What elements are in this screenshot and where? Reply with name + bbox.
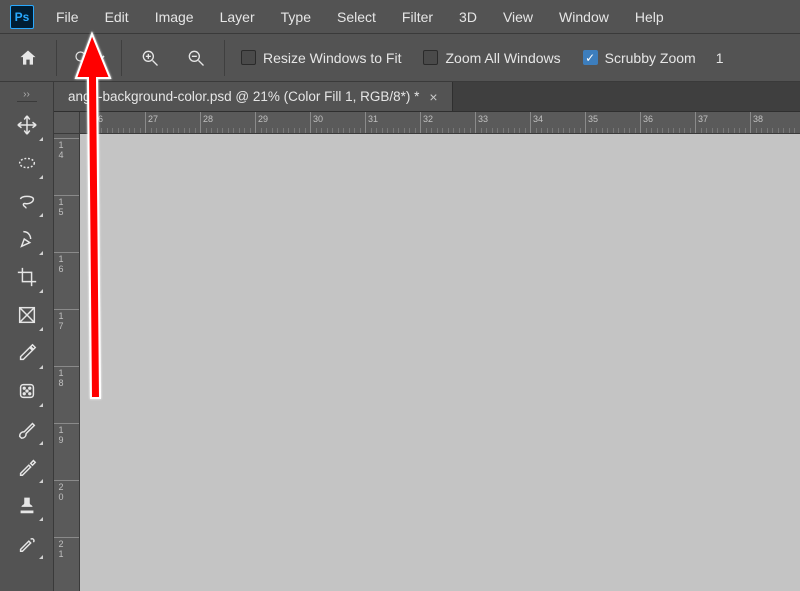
menu-filter[interactable]: Filter xyxy=(390,3,445,31)
quickselect-tool-button[interactable] xyxy=(8,220,46,258)
vertical-ruler[interactable]: 1415161718192021 xyxy=(54,134,80,591)
separator xyxy=(56,40,57,76)
expand-toolbar-button[interactable]: ›› xyxy=(17,88,37,102)
document-tab-title: ange-background-color.psd @ 21% (Color F… xyxy=(68,89,419,104)
menu-bar: Ps FileEditImageLayerTypeSelectFilter3DV… xyxy=(0,0,800,34)
lasso-tool-icon xyxy=(16,190,38,212)
home-button[interactable] xyxy=(10,40,46,76)
document-tab-bar: ange-background-color.psd @ 21% (Color F… xyxy=(54,82,800,112)
zoom-in-icon xyxy=(140,48,160,68)
separator xyxy=(224,40,225,76)
menu-layer[interactable]: Layer xyxy=(208,3,267,31)
menu-image[interactable]: Image xyxy=(143,3,206,31)
scrubby-zoom-checkbox[interactable]: ✓ Scrubby Zoom xyxy=(577,50,702,66)
menu-file[interactable]: File xyxy=(44,3,91,31)
home-icon xyxy=(18,48,38,68)
current-tool-selector[interactable] xyxy=(67,40,111,76)
menu-help[interactable]: Help xyxy=(623,3,676,31)
horizontal-ruler[interactable]: 26272829303132333435363738 xyxy=(80,112,800,134)
marquee-tool-icon xyxy=(16,152,38,174)
resize-windows-checkbox[interactable]: Resize Windows to Fit xyxy=(235,50,407,66)
frame-tool-icon xyxy=(16,304,38,326)
healing-tool-button[interactable] xyxy=(8,372,46,410)
clone-stamp-tool-icon xyxy=(16,494,38,516)
menu-type[interactable]: Type xyxy=(269,3,323,31)
frame-tool-button[interactable] xyxy=(8,296,46,334)
brush-tool-button[interactable] xyxy=(8,410,46,448)
crop-tool-button[interactable] xyxy=(8,258,46,296)
menu-3d[interactable]: 3D xyxy=(447,3,489,31)
stamp-tool-button[interactable] xyxy=(8,486,46,524)
eyedropper-tool-icon xyxy=(16,342,38,364)
chevron-down-icon xyxy=(95,53,105,63)
menu-edit[interactable]: Edit xyxy=(93,3,141,31)
checkbox-label: Resize Windows to Fit xyxy=(263,50,401,66)
close-tab-button[interactable]: × xyxy=(429,89,437,105)
zoom-out-icon xyxy=(186,48,206,68)
healing-brush-tool-icon xyxy=(16,380,38,402)
photoshop-logo-icon: Ps xyxy=(10,5,34,29)
menu-window[interactable]: Window xyxy=(547,3,621,31)
menu-select[interactable]: Select xyxy=(325,3,388,31)
ruler-origin[interactable] xyxy=(54,112,80,134)
paintbrush-tool-button[interactable] xyxy=(8,448,46,486)
history-brush-tool-icon xyxy=(16,532,38,554)
checkbox-label: Scrubby Zoom xyxy=(605,50,696,66)
zoom-out-button[interactable] xyxy=(178,40,214,76)
zoom-all-checkbox[interactable]: Zoom All Windows xyxy=(417,50,566,66)
zoom-in-button[interactable] xyxy=(132,40,168,76)
document-tab[interactable]: ange-background-color.psd @ 21% (Color F… xyxy=(54,82,453,111)
move-tool-button[interactable] xyxy=(8,106,46,144)
options-bar: Resize Windows to Fit Zoom All Windows ✓… xyxy=(0,34,800,82)
marquee-tool-button[interactable] xyxy=(8,144,46,182)
separator xyxy=(121,40,122,76)
tool-palette: ›› xyxy=(0,82,54,591)
canvas-area[interactable] xyxy=(80,134,800,591)
move-tool-icon xyxy=(16,114,38,136)
lasso-tool-button[interactable] xyxy=(8,182,46,220)
brush-tool-icon xyxy=(16,418,38,440)
crop-tool-icon xyxy=(16,266,38,288)
menu-view[interactable]: View xyxy=(491,3,545,31)
paintbrush-tool-icon xyxy=(16,456,38,478)
checkbox-label: Zoom All Windows xyxy=(445,50,560,66)
quick-select-tool-icon xyxy=(16,228,38,250)
trailing-value: 1 xyxy=(712,50,724,66)
eyedropper-tool-button[interactable] xyxy=(8,334,46,372)
zoom-tool-icon xyxy=(73,49,91,67)
history-tool-button[interactable] xyxy=(8,524,46,562)
